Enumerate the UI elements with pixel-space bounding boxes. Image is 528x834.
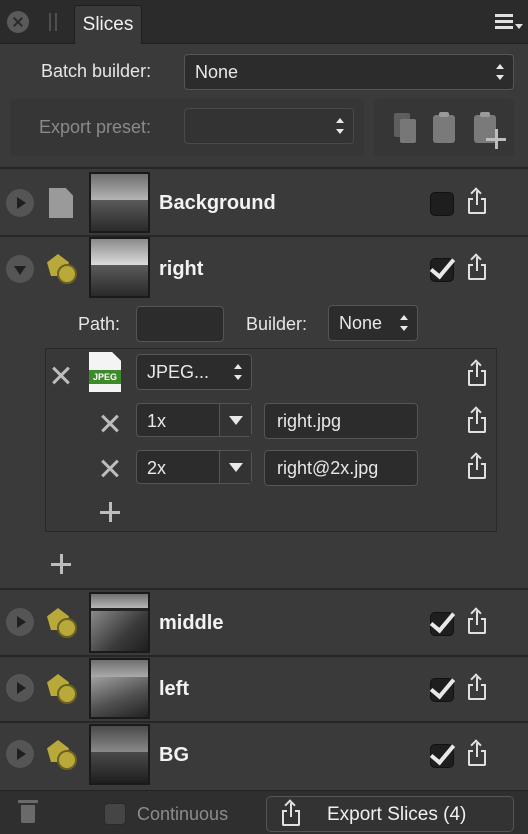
disclosure-triangle-open-icon[interactable] xyxy=(6,255,34,283)
disclosure-triangle-icon[interactable] xyxy=(6,674,34,702)
copy-preset-icon[interactable] xyxy=(400,119,416,143)
stepper-icon xyxy=(495,64,505,80)
builder-value: None xyxy=(339,312,383,333)
path-input[interactable] xyxy=(136,306,224,342)
paste-preset-icon[interactable] xyxy=(433,112,455,143)
preset-tools xyxy=(374,99,514,156)
layer-name: BG xyxy=(159,744,189,766)
layer-row-bg[interactable]: BG xyxy=(0,723,528,787)
disclosure-triangle-icon[interactable] xyxy=(6,189,34,217)
slice-icon xyxy=(47,254,77,284)
filename-input[interactable]: right.jpg xyxy=(264,403,418,439)
divider xyxy=(0,588,528,590)
jpeg-badge: JPEG xyxy=(89,370,121,384)
drag-grip-icon[interactable] xyxy=(49,13,57,31)
export-share-icon[interactable] xyxy=(466,673,488,701)
tab-label: Slices xyxy=(82,14,134,35)
stepper-icon xyxy=(335,118,345,134)
tab-slices[interactable]: Slices xyxy=(74,5,142,44)
slice-icon xyxy=(47,740,77,770)
add-format-icon[interactable] xyxy=(51,554,71,574)
layer-row-right[interactable]: right xyxy=(0,237,528,301)
layer-name: Background xyxy=(159,192,276,214)
disclosure-triangle-icon[interactable] xyxy=(6,608,34,636)
scale-combo[interactable]: 1x xyxy=(136,403,252,437)
export-slices-button[interactable]: Export Slices (4) xyxy=(266,796,514,832)
builder-select[interactable]: None xyxy=(328,305,418,341)
disclosure-triangle-icon[interactable] xyxy=(6,740,34,768)
scale-value: 2x xyxy=(147,458,167,478)
add-plus-icon xyxy=(486,129,506,149)
export-output-share-icon[interactable] xyxy=(466,452,488,480)
layer-export-checkbox[interactable] xyxy=(430,258,454,282)
layer-row-left[interactable]: left xyxy=(0,657,528,721)
divider xyxy=(0,167,528,169)
export-share-icon xyxy=(280,799,302,827)
filename-value: right.jpg xyxy=(277,410,342,431)
layer-export-checkbox[interactable] xyxy=(430,744,454,768)
layer-export-checkbox[interactable] xyxy=(430,612,454,636)
chevron-down-icon[interactable] xyxy=(219,451,251,483)
format-value: JPEG... xyxy=(147,361,210,382)
layer-thumbnail xyxy=(89,724,150,785)
layer-export-checkbox[interactable] xyxy=(430,678,454,702)
layer-name: middle xyxy=(159,612,224,634)
export-share-icon[interactable] xyxy=(466,607,488,635)
builder-label: Builder: xyxy=(246,314,308,334)
panel-menu-icon[interactable] xyxy=(493,12,525,34)
slice-icon xyxy=(47,674,77,704)
layer-row-background[interactable]: Background xyxy=(0,171,528,235)
layer-name: left xyxy=(159,678,189,700)
layer-thumbnail xyxy=(89,172,150,233)
export-share-icon[interactable] xyxy=(466,253,488,281)
path-label: Path: xyxy=(78,314,121,334)
export-preset-select[interactable] xyxy=(184,108,354,144)
export-share-icon[interactable] xyxy=(466,187,488,215)
batch-builder-label: Batch builder: xyxy=(41,61,152,81)
trash-icon[interactable] xyxy=(18,798,38,824)
close-panel-icon[interactable] xyxy=(7,11,29,33)
layer-thumbnail xyxy=(89,237,150,298)
remove-output-icon[interactable] xyxy=(101,459,119,477)
export-preset-label: Export preset: xyxy=(39,117,152,137)
page-icon xyxy=(49,188,73,218)
remove-output-icon[interactable] xyxy=(101,414,119,432)
scale-combo[interactable]: 2x xyxy=(136,450,252,484)
stepper-icon xyxy=(233,364,243,380)
filename-input[interactable]: right@2x.jpg xyxy=(264,450,418,486)
remove-format-icon[interactable] xyxy=(52,366,70,384)
layer-thumbnail xyxy=(89,592,150,653)
layer-thumbnail xyxy=(89,658,150,719)
export-output-share-icon[interactable] xyxy=(466,406,488,434)
export-format-share-icon[interactable] xyxy=(466,359,488,387)
batch-builder-select[interactable]: None xyxy=(184,54,514,90)
stepper-icon xyxy=(399,315,409,331)
batch-builder-value: None xyxy=(195,61,239,82)
continuous-label: Continuous xyxy=(137,804,229,824)
export-slices-label: Export Slices (4) xyxy=(327,804,467,825)
scale-value: 1x xyxy=(147,411,167,431)
layer-row-middle[interactable]: middle xyxy=(0,591,528,655)
export-share-icon[interactable] xyxy=(466,739,488,767)
layer-export-checkbox[interactable] xyxy=(430,192,454,216)
filename-value: right@2x.jpg xyxy=(277,457,379,478)
jpeg-file-icon: JPEG xyxy=(89,352,121,392)
continuous-checkbox[interactable] xyxy=(104,803,126,825)
format-select[interactable]: JPEG... xyxy=(136,354,252,390)
add-output-icon[interactable] xyxy=(100,502,120,522)
chevron-down-icon[interactable] xyxy=(219,404,251,436)
slice-icon xyxy=(47,608,77,638)
layer-name: right xyxy=(159,258,204,280)
